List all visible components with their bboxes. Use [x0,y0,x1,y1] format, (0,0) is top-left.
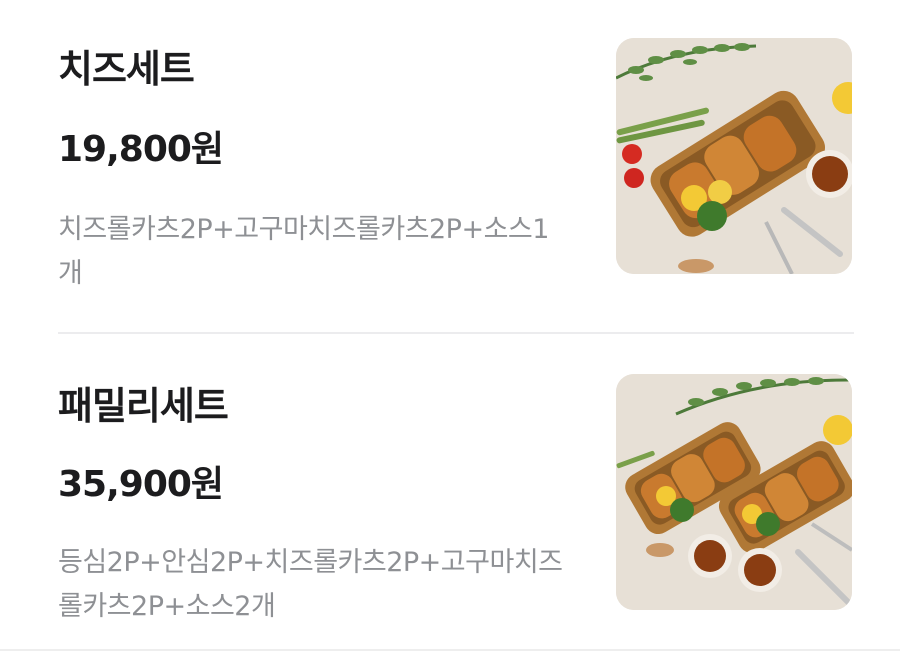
menu-item-name: 패밀리세트 [58,384,229,428]
menu-item-description: 등심2P+안심2P+치즈롤카츠2P+고구마치즈롤카츠2P+소스2개 [58,547,563,622]
menu-item-photo[interactable] [616,374,852,610]
menu-list: 치즈세트 19,800원 치즈롤카츠2P+고구마치즈롤카츠2P+소스1개 패밀리… [0,0,900,651]
menu-item-description: 치즈롤카츠2P+고구마치즈롤카츠2P+소스1개 [58,214,549,289]
menu-item-name: 치즈세트 [58,47,195,91]
menu-item-photo[interactable] [616,38,852,274]
divider [58,332,854,334]
menu-item-family-set[interactable]: 패밀리세트 35,900원 등심2P+안심2P+치즈롤카츠2P+고구마치즈롤카츠… [0,335,900,651]
menu-item-price: 19,800원 [58,129,224,170]
menu-item-cheese-set[interactable]: 치즈세트 19,800원 치즈롤카츠2P+고구마치즈롤카츠2P+소스1개 [0,0,900,330]
cheese-cutlet-basket-photo [616,38,852,274]
family-cutlet-baskets-photo [616,374,852,610]
menu-item-price: 35,900원 [58,464,224,505]
